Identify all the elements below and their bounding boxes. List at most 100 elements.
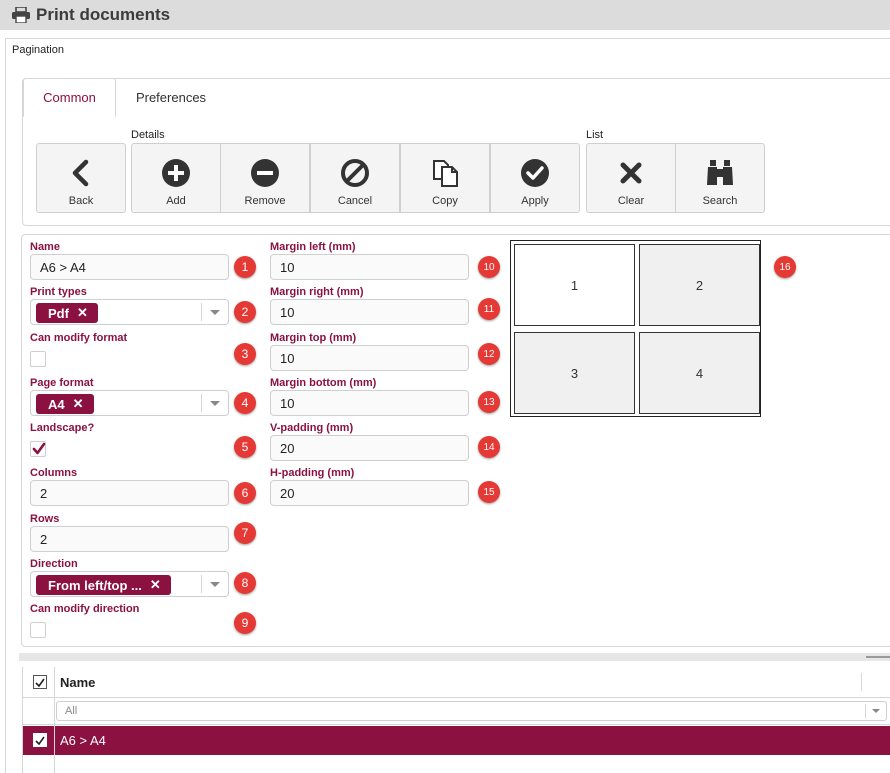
window-title: Print documents bbox=[36, 5, 171, 24]
name-filter-select[interactable]: All bbox=[56, 701, 887, 721]
chevron-down-icon[interactable] bbox=[210, 310, 220, 315]
close-icon[interactable]: ✕ bbox=[77, 305, 88, 321]
panel-splitter[interactable] bbox=[19, 653, 890, 661]
ban-icon bbox=[341, 159, 369, 187]
list-group-label: List bbox=[586, 129, 604, 141]
rows-input[interactable]: 2 bbox=[30, 526, 229, 552]
badge-9: 9 bbox=[234, 612, 256, 634]
checkbox-column-divider bbox=[54, 667, 55, 773]
landscape-label: Landscape? bbox=[30, 422, 95, 434]
select-all-checkbox[interactable] bbox=[33, 675, 47, 689]
add-label: Add bbox=[166, 195, 186, 207]
columns-label: Columns bbox=[30, 467, 78, 479]
margin-left-input[interactable]: 10 bbox=[270, 254, 469, 280]
binoculars-icon bbox=[707, 160, 733, 185]
splitter-grip[interactable] bbox=[866, 656, 890, 658]
margin-bottom-label: Margin bottom (mm) bbox=[270, 377, 377, 389]
margin-bottom-input[interactable]: 10 bbox=[270, 390, 469, 416]
chevron-down-icon[interactable] bbox=[210, 401, 220, 406]
name-input[interactable]: A6 > A4 bbox=[30, 254, 229, 280]
back-label: Back bbox=[68, 195, 94, 207]
remove-button[interactable]: Remove bbox=[220, 143, 310, 213]
results-grid: Name All A6 > A4 bbox=[22, 667, 890, 773]
chevron-down-icon[interactable] bbox=[210, 582, 220, 587]
tab-common[interactable]: Common bbox=[23, 78, 116, 117]
table-row[interactable]: A6 > A4 bbox=[23, 726, 890, 755]
badge-7: 7 bbox=[234, 522, 256, 544]
tab-preferences[interactable]: Preferences bbox=[118, 78, 224, 117]
add-button[interactable]: Add bbox=[131, 143, 221, 213]
check-circle-icon bbox=[521, 159, 549, 187]
chevron-left-icon bbox=[72, 159, 89, 187]
page-format-chip-label: A4 bbox=[48, 396, 65, 412]
layout-preview: 1 2 3 4 bbox=[510, 240, 761, 417]
title-bar: Print documents bbox=[0, 0, 890, 30]
details-group-label: Details bbox=[131, 129, 165, 141]
print-type-chip-label: Pdf bbox=[48, 305, 69, 321]
badge-13: 13 bbox=[478, 391, 500, 413]
remove-label: Remove bbox=[244, 195, 286, 207]
can-modify-direction-checkbox[interactable] bbox=[30, 622, 46, 638]
print-type-chip[interactable]: Pdf ✕ bbox=[36, 303, 98, 323]
margin-right-input[interactable]: 10 bbox=[270, 299, 469, 325]
panel-label: Pagination bbox=[12, 44, 64, 56]
badge-6: 6 bbox=[234, 482, 256, 504]
direction-chip[interactable]: From left/top ... ✕ bbox=[36, 575, 171, 595]
margin-right-label: Margin right (mm) bbox=[270, 286, 364, 298]
badge-2: 2 bbox=[234, 301, 256, 323]
select-separator bbox=[201, 303, 202, 321]
back-button[interactable]: Back bbox=[36, 143, 126, 213]
rows-label: Rows bbox=[30, 513, 60, 525]
v-padding-label: V-padding (mm) bbox=[270, 422, 354, 434]
badge-4: 4 bbox=[234, 392, 256, 414]
can-modify-format-label: Can modify format bbox=[30, 332, 128, 344]
minus-circle-icon bbox=[251, 159, 279, 187]
search-button[interactable]: Search bbox=[675, 143, 765, 213]
column-header-name[interactable]: Name bbox=[60, 675, 95, 690]
row-checkbox[interactable] bbox=[33, 733, 47, 747]
can-modify-direction-label: Can modify direction bbox=[30, 603, 140, 615]
close-icon[interactable]: ✕ bbox=[73, 396, 84, 412]
preview-cell-2: 2 bbox=[639, 244, 760, 326]
apply-label: Apply bbox=[521, 195, 549, 207]
print-types-label: Print types bbox=[30, 286, 87, 298]
apply-button[interactable]: Apply bbox=[490, 143, 580, 213]
grid-header: Name bbox=[23, 667, 890, 698]
preview-cell-3: 3 bbox=[514, 332, 635, 414]
copy-button[interactable]: Copy bbox=[400, 143, 490, 213]
v-padding-input[interactable]: 20 bbox=[270, 435, 469, 461]
page-format-chip[interactable]: A4 ✕ bbox=[36, 394, 94, 414]
cancel-button[interactable]: Cancel bbox=[310, 143, 400, 213]
badge-3: 3 bbox=[234, 343, 256, 365]
print-types-select[interactable]: Pdf ✕ bbox=[30, 299, 229, 325]
select-separator bbox=[201, 575, 202, 593]
badge-5: 5 bbox=[234, 436, 256, 458]
margin-left-label: Margin left (mm) bbox=[270, 241, 356, 253]
name-label: Name bbox=[30, 241, 60, 253]
select-separator bbox=[201, 394, 202, 412]
close-icon[interactable]: ✕ bbox=[150, 577, 161, 593]
preview-cell-4: 4 bbox=[639, 332, 760, 414]
margin-top-input[interactable]: 10 bbox=[270, 345, 469, 371]
landscape-checkbox[interactable] bbox=[30, 441, 46, 457]
cancel-label: Cancel bbox=[337, 195, 373, 207]
badge-11: 11 bbox=[478, 298, 500, 320]
columns-input[interactable]: 2 bbox=[30, 480, 229, 506]
badge-8: 8 bbox=[234, 572, 256, 594]
column-divider bbox=[861, 673, 862, 691]
chevron-down-icon[interactable] bbox=[872, 709, 880, 713]
plus-circle-icon bbox=[162, 159, 190, 187]
direction-select[interactable]: From left/top ... ✕ bbox=[30, 571, 229, 597]
preview-cell-1: 1 bbox=[514, 244, 635, 326]
print-icon bbox=[12, 7, 30, 23]
copy-icon bbox=[433, 160, 458, 187]
can-modify-format-checkbox[interactable] bbox=[30, 351, 46, 367]
row-name-cell: A6 > A4 bbox=[60, 733, 106, 748]
badge-10: 10 bbox=[478, 256, 500, 278]
copy-label: Copy bbox=[432, 195, 458, 207]
h-padding-label: H-padding (mm) bbox=[270, 467, 355, 479]
h-padding-input[interactable]: 20 bbox=[270, 480, 469, 506]
check-icon bbox=[32, 442, 46, 455]
clear-button[interactable]: Clear bbox=[586, 143, 676, 213]
page-format-select[interactable]: A4 ✕ bbox=[30, 390, 229, 416]
